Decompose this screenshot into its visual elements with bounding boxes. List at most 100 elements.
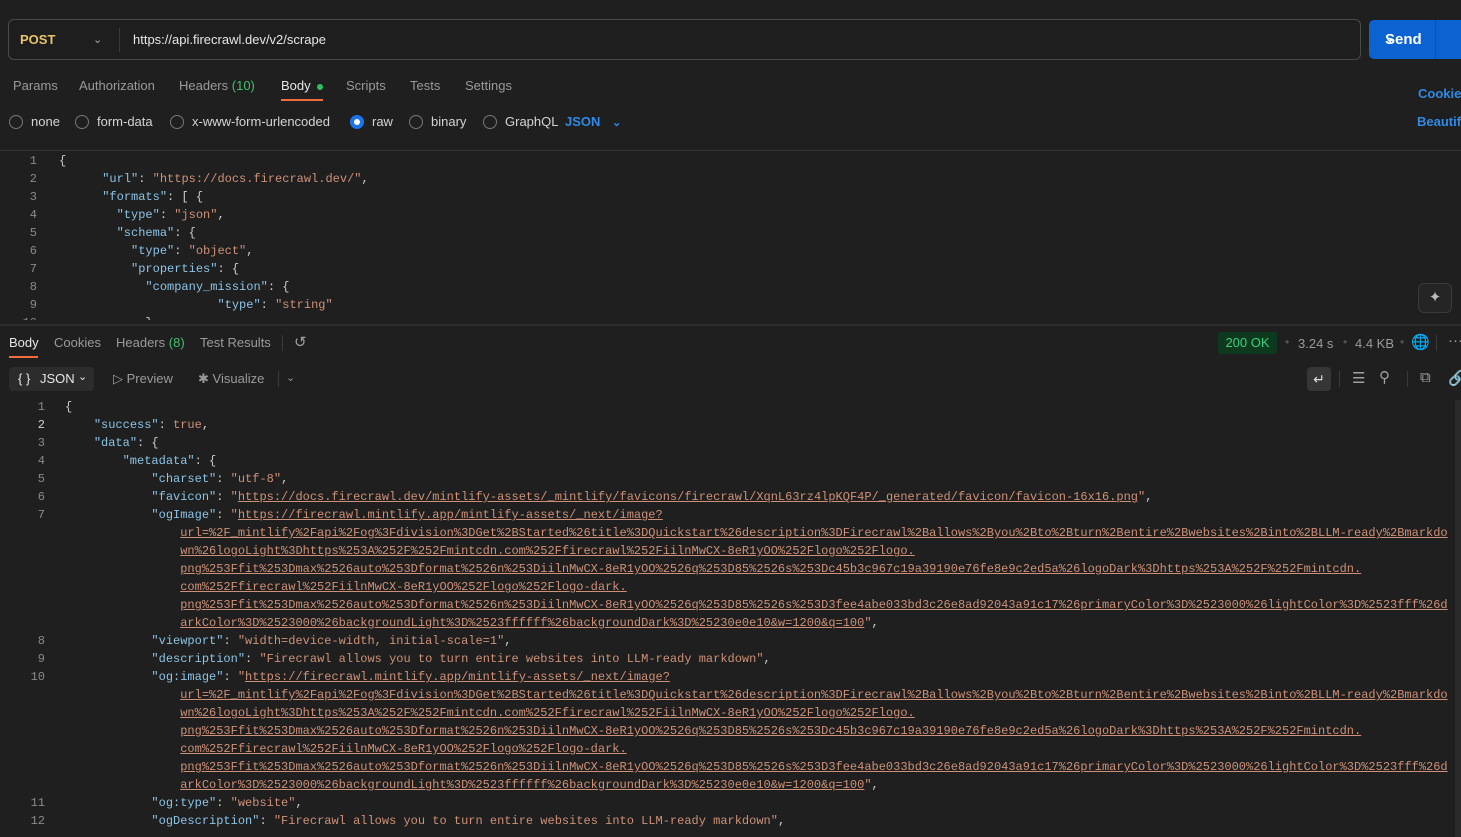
vertical-scrollbar[interactable] [1455,400,1461,837]
response-tab-cookies[interactable]: Cookies [54,335,101,350]
tab-tests[interactable]: Tests [410,78,440,93]
visualize-button[interactable]: ✱ Visualize [198,371,264,387]
json-url-link[interactable]: com%252Ffirecrawl%252FiilnMwCX-8eR1yOO%2… [180,580,626,594]
separator-dot: • [1343,335,1348,349]
line-content: "og:type": "website", [65,794,302,812]
line-number: 2 [37,418,45,432]
json-url-link[interactable]: png%253Ffit%253Dmax%2526auto%253Dformat%… [180,724,1361,738]
json-string: " [230,490,238,504]
line-content: com%252Ffirecrawl%252FiilnMwCX-8eR1yOO%2… [65,740,626,758]
chevron-down-icon[interactable]: ⌄ [286,371,295,384]
magic-icon[interactable]: ✦ [1418,283,1452,313]
raw-format-select[interactable]: JSON ⌄ [565,114,621,129]
copy-icon[interactable]: ⧉ [1420,369,1431,386]
beautify-link[interactable]: Beautify [1417,114,1461,129]
tab-headers[interactable]: Headers (10) [179,78,255,93]
radio-icon [75,114,89,129]
json-url-link[interactable]: https://firecrawl.mintlify.app/mintlify-… [238,508,663,522]
radio-x-www-form-urlencoded[interactable]: x-www-form-urlencoded [170,114,330,129]
json-punctuation: : { [267,280,290,294]
tab-scripts[interactable]: Scripts [346,78,386,93]
json-url-link[interactable]: wn%26logoLight%3Dhttps%253A%252F%252Fmin… [180,706,915,720]
chevron-down-icon[interactable]: ⌄ [93,33,102,46]
radio-none[interactable]: none [9,114,60,129]
braces-icon: { } [18,371,31,386]
radio-binary[interactable]: binary [409,114,466,129]
visualize-icon: ✱ [198,371,209,386]
link-icon[interactable]: 🔗 [1448,369,1461,387]
json-url-link[interactable]: png%253Ffit%253Dmax%2526auto%253Dformat%… [180,598,1447,612]
wrap-lines-icon[interactable]: ↵ [1307,367,1331,391]
json-punctuation: , [871,778,879,792]
json-punctuation: : [223,634,238,648]
response-format-select[interactable]: { } JSON ⌄ [9,367,94,391]
method-select[interactable]: POST [20,32,55,47]
line-content: "ogImage": "https://firecrawl.mintlify.a… [65,506,663,524]
url-input[interactable]: https://api.firecrawl.dev/v2/scrape [133,32,326,47]
json-url-link[interactable]: url=%2F_mintlify%2Fapi%2Fog%3Fdivision%3… [180,526,1447,540]
globe-lock-icon[interactable]: 🌐 [1411,333,1430,351]
json-key: "viewport" [151,634,224,648]
line-number [0,722,45,740]
send-button[interactable]: Send ⌄ [1369,20,1461,59]
line-content: wn%26logoLight%3Dhttps%253A%252F%252Fmin… [65,704,915,722]
response-tab-test-results[interactable]: Test Results [200,335,271,350]
tab-authorization[interactable]: Authorization [79,78,155,93]
json-url-link[interactable]: arkColor%3D%2523000%26backgroundLight%3D… [180,616,864,630]
line-content: "type": "object", [59,242,253,260]
json-punctuation: : [158,418,174,432]
response-body-viewer[interactable]: 1{2 "success": true, 3 "data": {4 "metada… [0,398,1450,837]
json-url-link[interactable]: wn%26logoLight%3Dhttps%253A%252F%252Fmin… [180,544,915,558]
tab-body[interactable]: Body [281,78,323,93]
line-content: "viewport": "width=device-width, initial… [65,632,511,650]
json-punctuation: : [174,244,189,258]
pane-resize-handle[interactable] [0,324,1461,326]
line-number: 12 [30,814,45,828]
separator-dot: • [1400,335,1405,349]
json-url-link[interactable]: https://docs.firecrawl.dev/mintlify-asse… [238,490,1138,504]
radio-form-data[interactable]: form-data [75,114,153,129]
line-content: url=%2F_mintlify%2Fapi%2Fog%3Fdivision%3… [65,524,1447,542]
more-icon[interactable]: ··· [1448,332,1461,349]
preview-label: Preview [126,371,173,386]
response-time[interactable]: 3.24 s [1298,336,1333,351]
line-number: 3 [37,436,45,450]
json-url-link[interactable]: com%252Ffirecrawl%252FiilnMwCX-8eR1yOO%2… [180,742,626,756]
json-url-link[interactable]: https://firecrawl.mintlify.app/mintlify-… [245,670,670,684]
line-number: 9 [37,652,45,666]
chevron-down-icon[interactable]: ⌄ [1385,31,1395,45]
radio-graphql[interactable]: GraphQL [483,114,558,129]
headers-count: (10) [231,78,255,93]
request-body-editor[interactable]: 1{2 "url": "https://docs.firecrawl.dev/"… [0,150,1461,320]
json-url-link[interactable]: png%253Ffit%253Dmax%2526auto%253Dformat%… [180,562,1361,576]
filter-icon[interactable]: ☰ [1352,369,1365,387]
response-size[interactable]: 4.4 KB [1355,336,1394,351]
json-string: "Firecrawl allows you to turn entire web… [273,814,778,828]
active-tab-indicator [9,356,38,358]
preview-button[interactable]: ▷ Preview [113,371,173,387]
json-url-link[interactable]: arkColor%3D%2523000%26backgroundLight%3D… [180,778,864,792]
line-content: png%253Ffit%253Dmax%2526auto%253Dformat%… [65,596,1447,614]
line-content: arkColor%3D%2523000%26backgroundLight%3D… [65,614,879,632]
request-url-bar: POST ⌄ https://api.firecrawl.dev/v2/scra… [8,19,1361,60]
json-url-link[interactable]: url=%2F_mintlify%2Fapi%2Fog%3Fdivision%3… [180,688,1447,702]
response-tab-body[interactable]: Body [9,335,39,350]
line-number: 10 [0,314,37,320]
code-line: arkColor%3D%2523000%26backgroundLight%3D… [0,614,1450,632]
history-icon[interactable]: ↺ [294,333,307,351]
response-tab-headers[interactable]: Headers (8) [116,335,185,350]
tab-settings[interactable]: Settings [465,78,512,93]
json-url-link[interactable]: png%253Ffit%253Dmax%2526auto%253Dformat%… [180,760,1447,774]
tab-params[interactable]: Params [13,78,58,93]
line-number: 1 [29,154,37,168]
cookies-link[interactable]: Cookies [1418,86,1461,101]
search-icon[interactable]: ⚲ [1379,368,1390,386]
line-content: "company_mission": { [59,278,289,296]
line-number: 1 [37,400,45,414]
radio-raw[interactable]: raw [350,114,393,129]
code-line: 8 "company_mission": { [0,278,1461,296]
